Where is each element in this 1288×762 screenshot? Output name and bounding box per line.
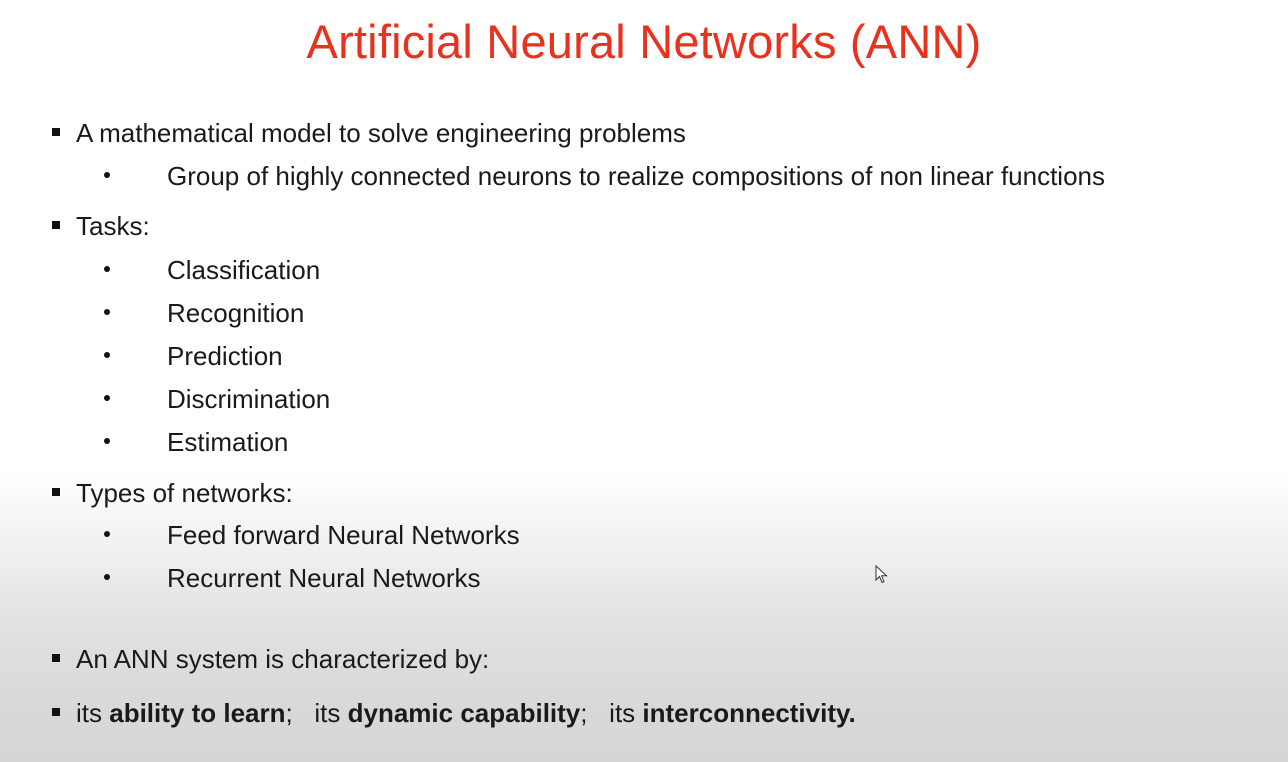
square-bullet-icon (52, 128, 60, 137)
task-text: Discrimination (167, 384, 331, 414)
bullet-characterized: An ANN system is characterized by: (52, 643, 489, 675)
text-interconnectivity: interconnectivity. (642, 698, 856, 728)
task-text: Estimation (167, 427, 289, 457)
text-ability-to-learn: ability to learn (109, 698, 286, 728)
round-bullet-icon (104, 172, 110, 179)
task-item: Prediction (104, 340, 283, 372)
type-text: Feed forward Neural Networks (167, 520, 520, 550)
round-bullet-icon (104, 352, 110, 359)
round-bullet-icon (104, 574, 110, 581)
task-text: Prediction (167, 341, 283, 371)
bullet-mathematical-model: A mathematical model to solve engineerin… (52, 117, 686, 149)
properties-text: its ability to learn; its dynamic capabi… (76, 698, 856, 728)
slide-title: Artificial Neural Networks (ANN) (306, 15, 982, 68)
type-text: Recurrent Neural Networks (167, 563, 481, 593)
task-item: Estimation (104, 426, 288, 458)
square-bullet-icon (52, 221, 60, 230)
type-item: Recurrent Neural Networks (104, 562, 481, 594)
bullet-text: An ANN system is characterized by: (76, 644, 490, 674)
task-text: Recognition (167, 298, 305, 328)
sub-bullet-neurons: Group of highly connected neurons to rea… (104, 160, 1105, 192)
text-separator: ; its (580, 698, 643, 728)
round-bullet-icon (104, 266, 110, 273)
text-dynamic-capability: dynamic capability (347, 698, 581, 728)
square-bullet-icon (52, 488, 60, 497)
bullet-text: A mathematical model to solve engineerin… (76, 118, 686, 148)
bullet-properties: its ability to learn; its dynamic capabi… (52, 697, 856, 729)
task-item: Recognition (104, 297, 304, 329)
round-bullet-icon (104, 309, 110, 316)
square-bullet-icon (52, 708, 60, 717)
bullet-text: Types of networks: (76, 478, 293, 508)
sub-bullet-text: Group of highly connected neurons to rea… (167, 161, 1106, 191)
type-item: Feed forward Neural Networks (104, 519, 520, 551)
bullet-tasks: Tasks: (52, 210, 150, 242)
task-item: Discrimination (104, 383, 330, 415)
round-bullet-icon (104, 438, 110, 445)
bullet-text: Tasks: (76, 211, 150, 241)
square-bullet-icon (52, 654, 60, 663)
round-bullet-icon (104, 395, 110, 402)
mouse-pointer-icon (875, 565, 888, 584)
round-bullet-icon (104, 531, 110, 538)
bullet-types: Types of networks: (52, 477, 293, 509)
task-text: Classification (167, 255, 321, 285)
text-its: its (76, 698, 110, 728)
text-separator: ; its (285, 698, 348, 728)
task-item: Classification (104, 254, 320, 286)
